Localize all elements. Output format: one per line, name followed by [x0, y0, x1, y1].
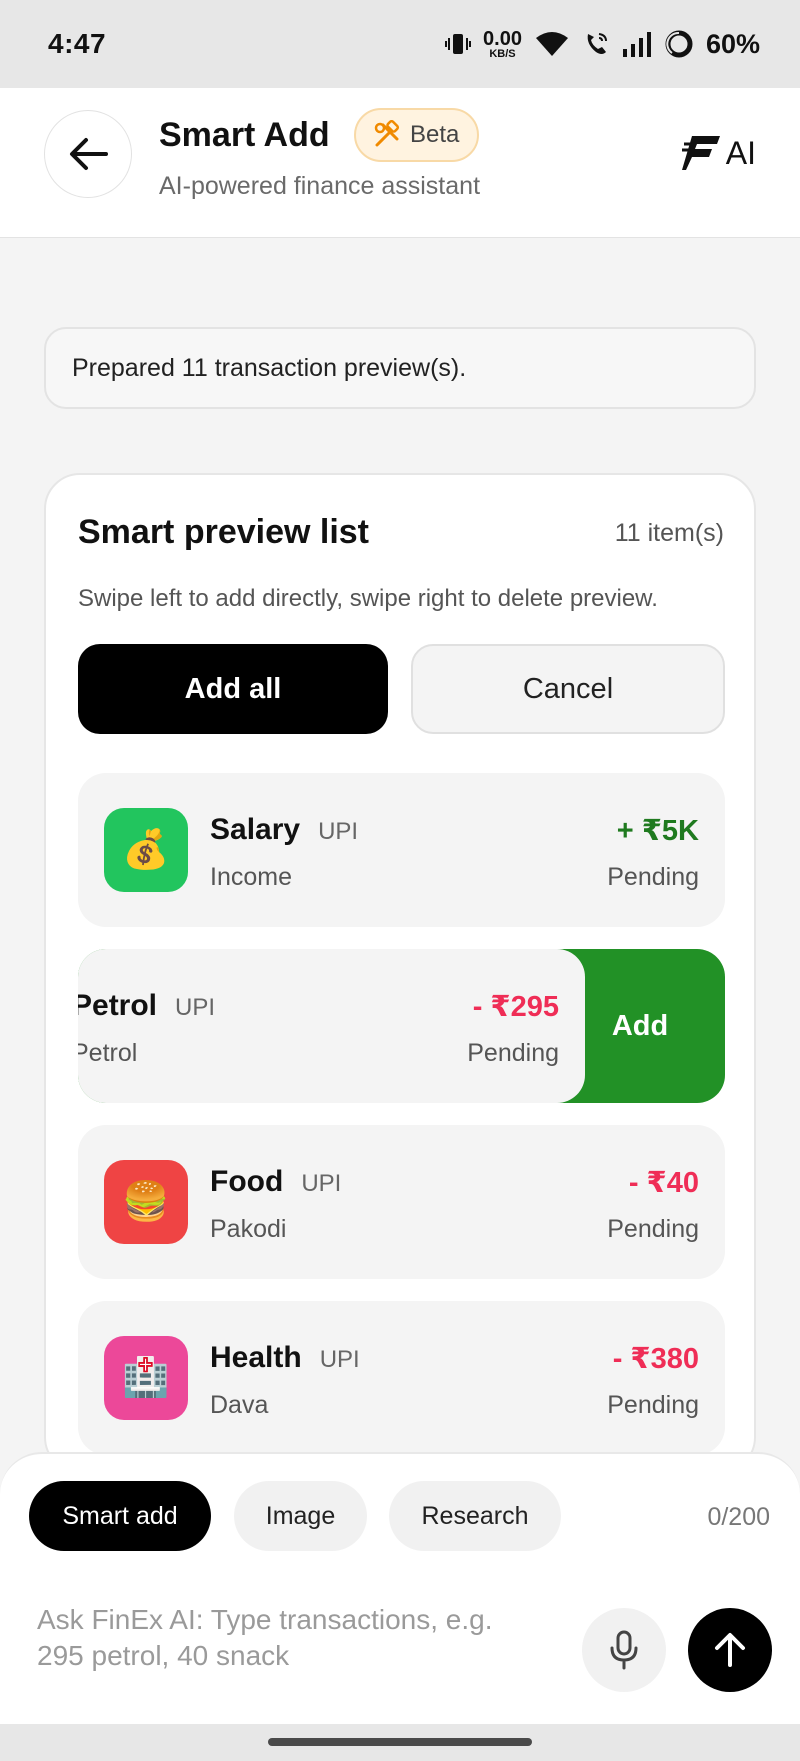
transaction-category: Petrol [78, 1039, 138, 1067]
transaction-item-food[interactable]: 🍔 Food UPI Pakodi - ₹40 Pending [78, 1125, 725, 1279]
preview-count: 11 item(s) [614, 519, 724, 547]
mic-button[interactable] [582, 1608, 666, 1692]
microphone-icon [610, 1630, 638, 1670]
page-title: Smart Add [159, 116, 330, 154]
wifi-call-icon [582, 30, 610, 58]
page-subtitle: AI-powered finance assistant [159, 172, 481, 200]
battery-ring-icon [664, 29, 694, 59]
transaction-amount: - ₹380 [612, 1343, 699, 1375]
transaction-name: Salary UPI [210, 813, 358, 847]
transaction-name: Food UPI [210, 1165, 341, 1199]
transaction-method: UPI [319, 1346, 360, 1373]
hospital-icon: 🏥 [104, 1336, 188, 1420]
mode-chip-research[interactable]: Research [389, 1481, 561, 1551]
transaction-status: Pending [607, 863, 699, 891]
beta-badge-label: Beta [410, 121, 460, 148]
preview-hint: Swipe left to add directly, swipe right … [78, 585, 658, 612]
mode-chip-image[interactable]: Image [234, 1481, 367, 1551]
transaction-amount: + ₹5K [616, 815, 699, 847]
smart-preview-card: Smart preview list 11 item(s) Swipe left… [44, 473, 756, 1473]
transaction-item-salary[interactable]: 💰 Salary UPI Income + ₹5K Pending [78, 773, 725, 927]
wifi-icon [534, 30, 570, 58]
transaction-name: Petrol UPI [78, 989, 215, 1023]
transaction-name-text: Health [210, 1341, 302, 1374]
tools-icon [374, 120, 400, 147]
preview-title: Smart preview list [78, 513, 370, 551]
transaction-category: Pakodi [210, 1215, 287, 1243]
transaction-name-text: Food [210, 1165, 284, 1198]
signal-icon [622, 31, 652, 57]
money-bag-icon: 💰 [104, 808, 188, 892]
message-input[interactable]: Ask FinEx AI: Type transactions, e.g. 29… [37, 1602, 557, 1674]
battery-percent: 60% [705, 28, 760, 59]
transaction-status: Pending [607, 1391, 699, 1419]
char-count: 0/200 [707, 1503, 770, 1531]
status-bar: 4:47 0.00 KB/S 60% [0, 0, 800, 88]
assistant-message: Prepared 11 transaction preview(s). [44, 327, 756, 409]
app-header: Smart Add Beta AI-powered finance assist… [0, 88, 800, 238]
transaction-method: UPI [301, 1170, 342, 1197]
send-button[interactable] [688, 1608, 772, 1692]
arrow-left-icon [70, 138, 108, 170]
placeholder-line-1: Ask FinEx AI: Type transactions, e.g. [37, 1604, 493, 1635]
arrow-up-icon [715, 1633, 745, 1667]
status-icons: 0.00 KB/S 60% [445, 29, 760, 60]
status-time: 4:47 [48, 28, 107, 59]
transaction-category: Income [210, 863, 292, 891]
burger-icon: 🍔 [104, 1160, 188, 1244]
placeholder-line-2: 295 petrol, 40 snack [37, 1640, 290, 1671]
cancel-button[interactable]: Cancel [411, 644, 725, 734]
system-nav-bar [0, 1724, 800, 1761]
transaction-name-text: Petrol [78, 989, 158, 1022]
net-speed-value: 0.00 [483, 27, 522, 50]
transaction-status: Pending [607, 1215, 699, 1243]
transaction-amount: - ₹295 [472, 991, 559, 1023]
add-all-button[interactable]: Add all [78, 644, 388, 734]
swipe-row-content[interactable]: Petrol UPI Petrol - ₹295 Pending [78, 949, 585, 1103]
transaction-status: Pending [467, 1039, 559, 1067]
beta-badge: Beta [354, 108, 480, 162]
transaction-method: UPI [318, 818, 359, 845]
net-speed-unit: KB/S [489, 47, 516, 60]
transaction-name-text: Salary [210, 813, 301, 846]
net-speed: 0.00 KB/S [483, 29, 522, 60]
transaction-category: Dava [210, 1391, 269, 1419]
vibrate-icon [445, 30, 472, 58]
finex-ai-logo[interactable]: AI [681, 134, 756, 172]
mode-chip-smart-add[interactable]: Smart add [29, 1481, 211, 1551]
chat-composer: Smart add Image Research 0/200 Ask FinEx… [0, 1452, 800, 1724]
ai-label: AI [725, 134, 756, 171]
transaction-item-health[interactable]: 🏥 Health UPI Dava - ₹380 Pending [78, 1301, 725, 1455]
transaction-method: UPI [175, 994, 216, 1021]
transaction-amount: - ₹40 [628, 1167, 699, 1199]
back-button[interactable] [44, 110, 132, 198]
home-handle[interactable] [268, 1738, 532, 1746]
transaction-name: Health UPI [210, 1341, 360, 1375]
transaction-item-petrol[interactable]: Add Petrol UPI Petrol - ₹295 Pending [78, 949, 725, 1103]
finex-logo-icon [681, 136, 720, 170]
